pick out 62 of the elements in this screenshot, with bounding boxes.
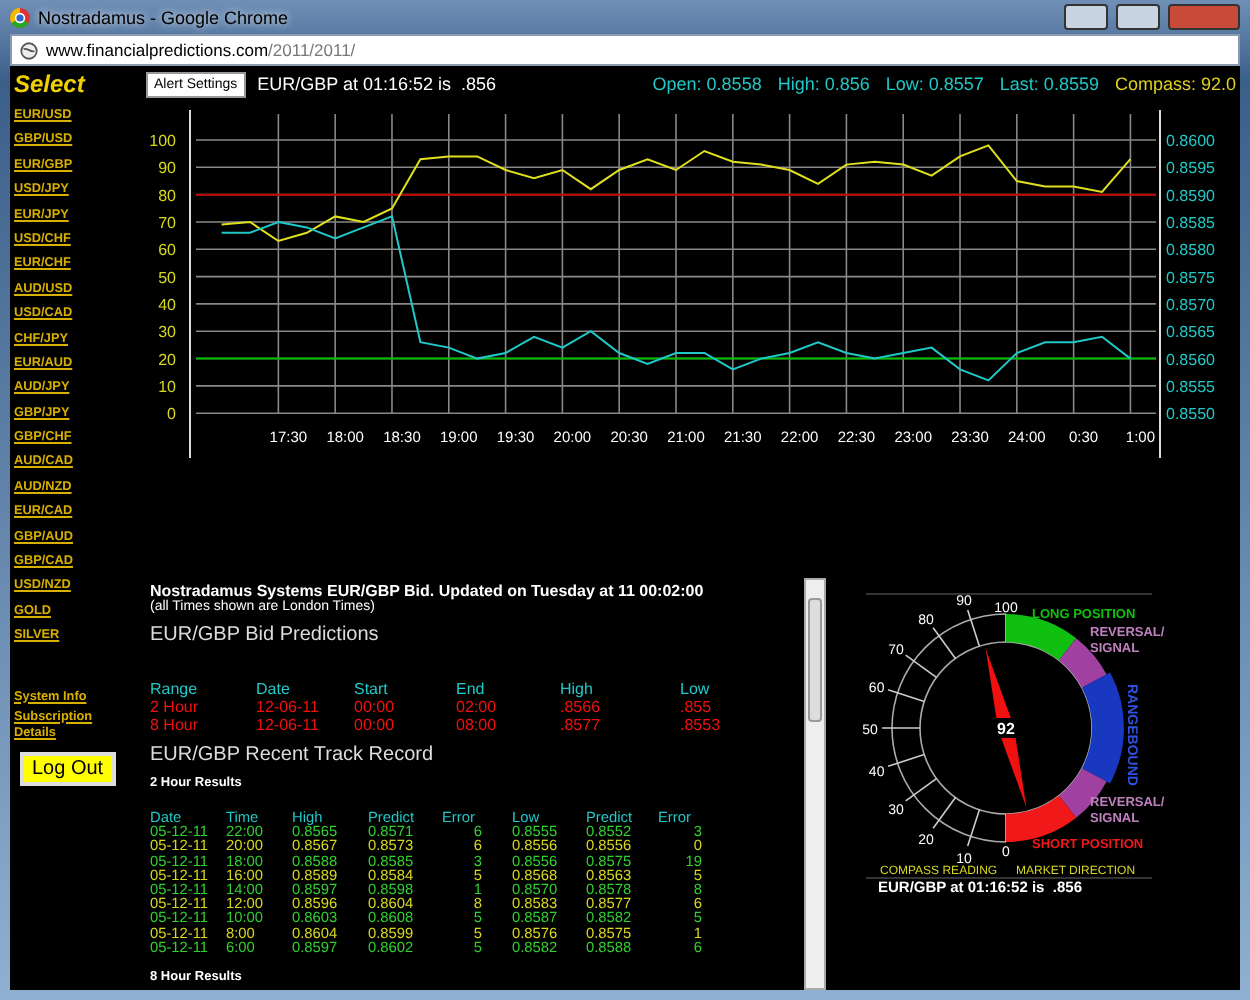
stat-text: High: 0.856 [777, 74, 870, 94]
table-cell-text: 08:00 [456, 716, 499, 734]
axis-label: 0.8575 [1166, 268, 1215, 287]
table-cell-text: .8577 [560, 716, 603, 734]
stat-text: Open: 0.8558 [652, 74, 762, 94]
column-header: Range [150, 680, 200, 698]
axis-label: 90 [158, 159, 176, 178]
axis-label: 60 [158, 241, 176, 260]
table-cell-text: .8566 [560, 698, 603, 716]
axis-label: 70 [158, 213, 176, 232]
axis-label: 0.8595 [1166, 159, 1215, 178]
axis-label: 0.8560 [1166, 350, 1215, 369]
minimize-button[interactable] [1064, 4, 1108, 30]
table-cell-text: .855 [680, 698, 714, 716]
maximize-button[interactable] [1116, 4, 1160, 30]
axis-label: 10 [158, 377, 176, 396]
axis-label: 50 [158, 268, 176, 287]
table-cell-text: 12-06-11 [256, 698, 321, 716]
stat-text: Last: 0.8559 [999, 74, 1099, 94]
axis-label: 0.8590 [1166, 186, 1215, 205]
column-header: Date [256, 680, 292, 698]
table-cell-text: .8553 [680, 716, 723, 734]
section-heading: EUR/GBP Bid Predictions [150, 624, 381, 646]
column-header: Low [680, 680, 712, 698]
axis-label: 30 [158, 323, 176, 342]
axis-label: 40 [158, 295, 176, 314]
url-path: /2011/2011/ [268, 40, 356, 60]
axis-label: 0.8600 [1166, 132, 1215, 150]
logout-button[interactable]: Log Out [20, 751, 116, 786]
scrollbar[interactable] [804, 578, 826, 990]
axis-label: 0.8565 [1166, 323, 1215, 342]
stat-text: Low: 0.8557 [885, 74, 984, 94]
table-cell-text: 00:00 [354, 716, 397, 734]
axis-label: 0.8570 [1166, 295, 1215, 314]
table-cell-text: 02:00 [456, 698, 499, 716]
window-title: Nostradamus - Google Chrome [38, 7, 291, 27]
report-title: Nostradamus Systems EUR/GBP Bid. Updated on Tuesday at 11 00:02:00 [150, 582, 706, 600]
axis-label: 20 [158, 350, 176, 369]
table-cell-text: 8 Hour [150, 716, 201, 734]
axis-label: 0.8555 [1166, 377, 1215, 396]
select-heading: Select [14, 70, 88, 98]
column-header: Start [354, 680, 390, 698]
axis-label: 80 [158, 186, 176, 205]
needle-icon [985, 648, 1027, 808]
browser-logo-icon [10, 7, 30, 27]
axis-label: 0.8585 [1166, 213, 1215, 232]
stat-text: Compass: 92.0 [1114, 74, 1236, 94]
globe-icon [20, 41, 38, 59]
compass-reading: 92 [997, 720, 1015, 738]
axis-label: 100 [149, 132, 176, 150]
column-header: End [456, 680, 487, 698]
axis-label: 0.8580 [1166, 241, 1215, 260]
address-bar[interactable]: www.financialpredictions.com/2011/2011/ [10, 34, 1240, 66]
table-cell-text: 00:00 [354, 698, 397, 716]
column-header: High [560, 680, 595, 698]
axis-label: 0.8550 [1166, 405, 1215, 424]
axis-label: 0 [167, 405, 176, 424]
quote-text: EUR/GBP at 01:16:52 is .856 [257, 74, 497, 94]
url-host: www.financialpredictions.com [46, 40, 269, 60]
table-cell-text: 2 Hour [150, 698, 201, 716]
table-cell-text: 12-06-11 [256, 716, 321, 734]
section-heading: EUR/GBP Recent Track Record [150, 744, 436, 766]
